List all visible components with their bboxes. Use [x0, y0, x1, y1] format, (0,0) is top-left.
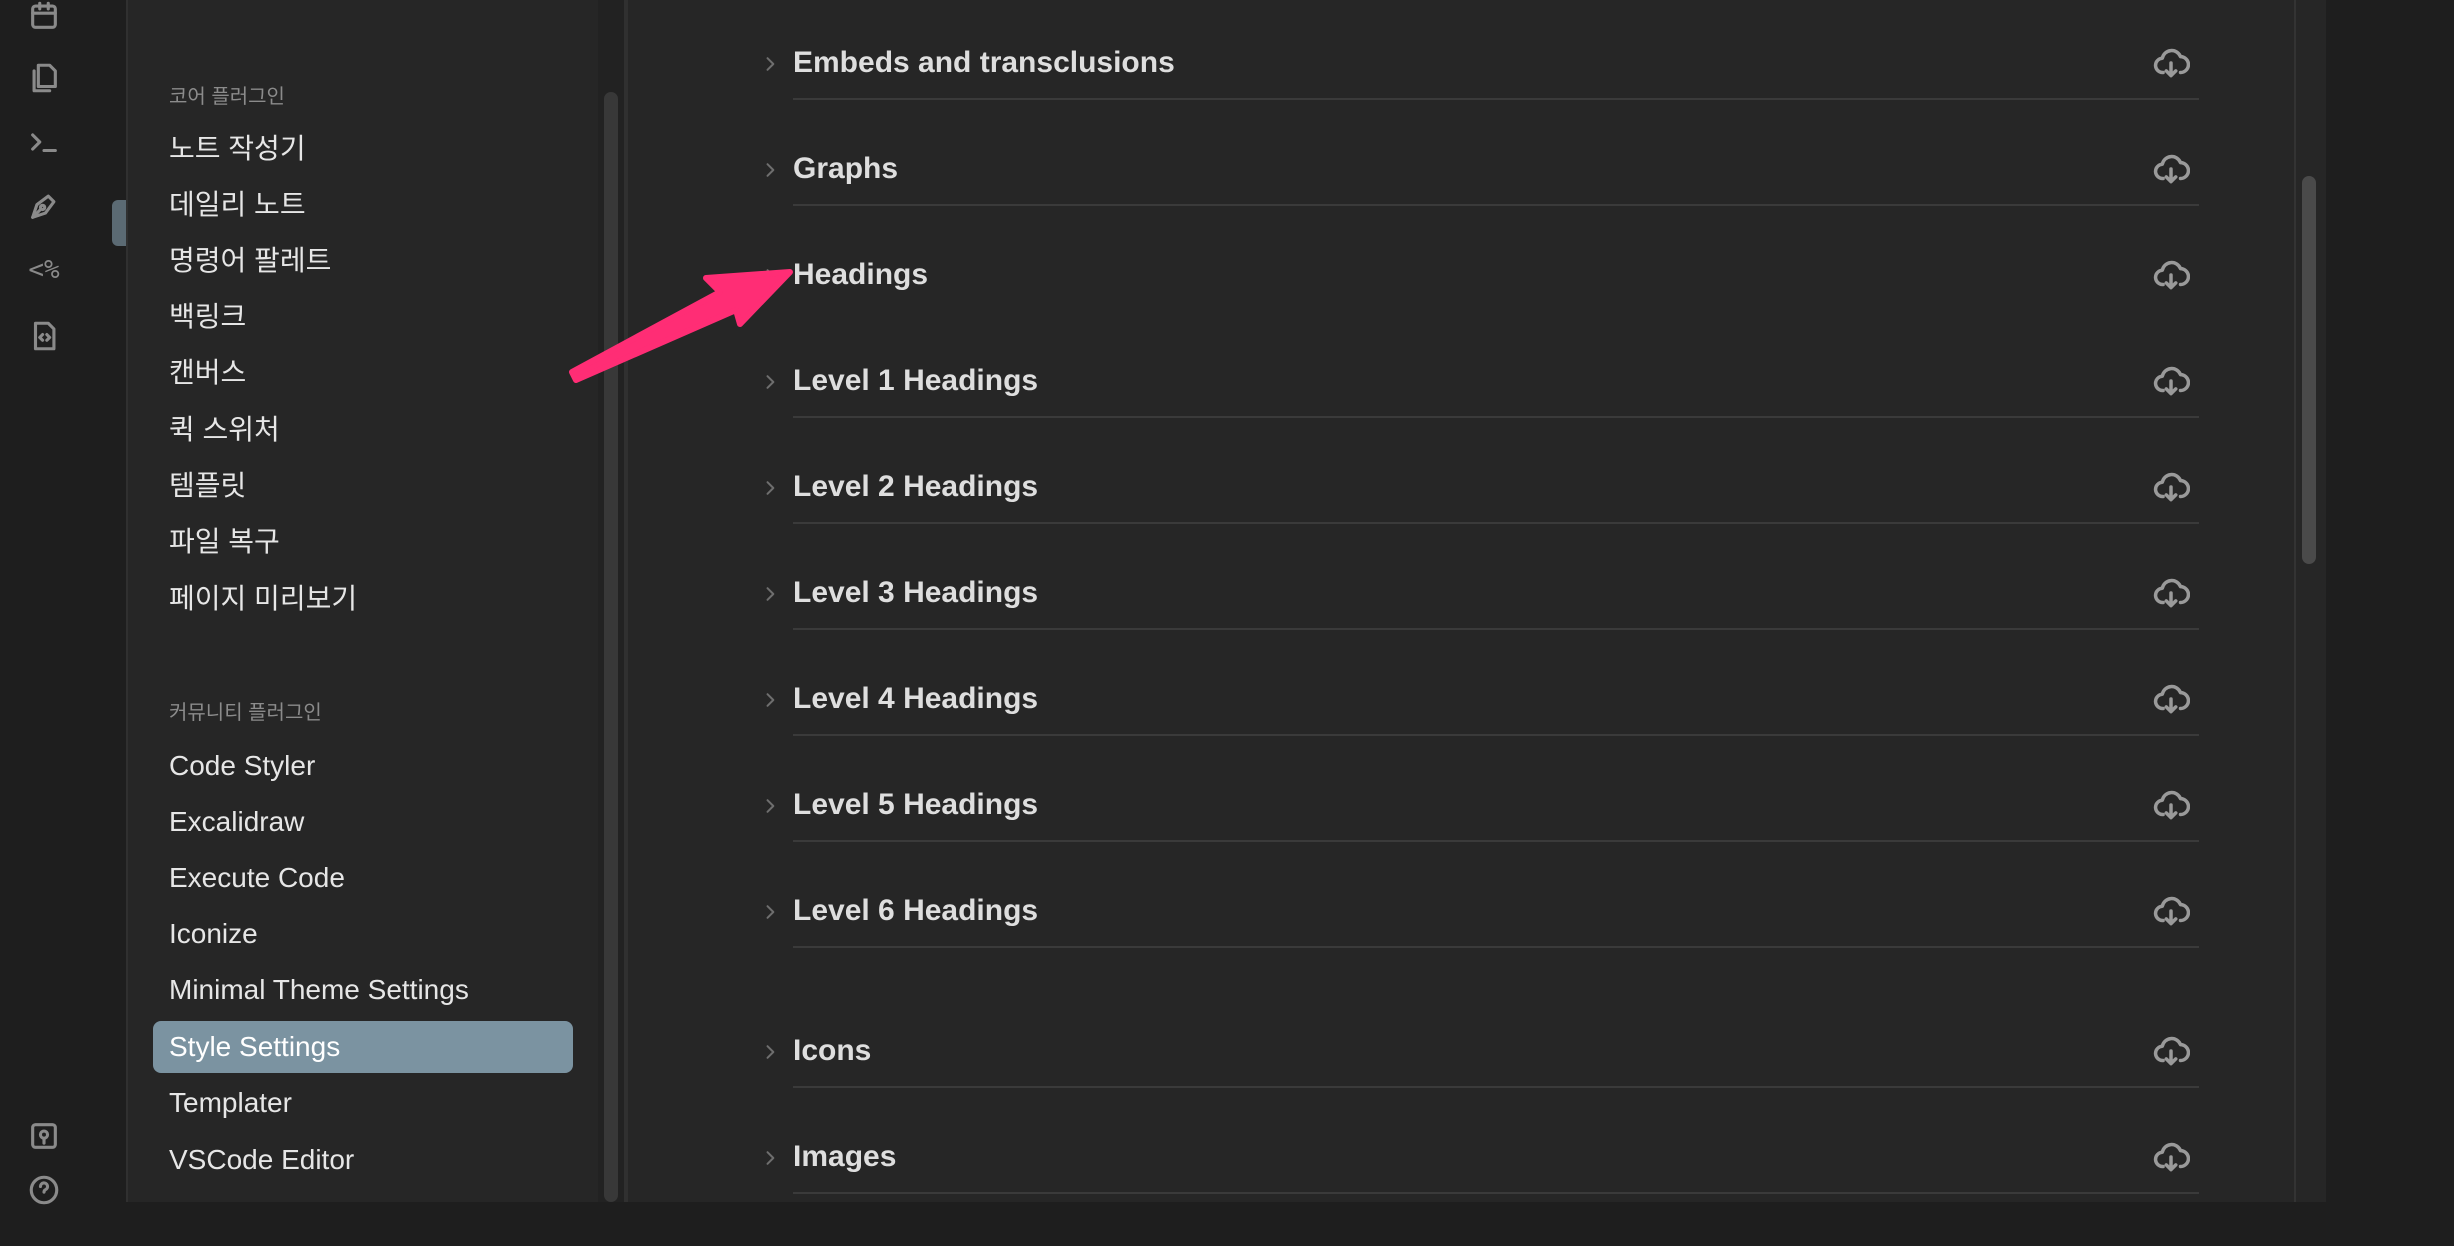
- section-label: Images: [793, 1140, 897, 1173]
- chevron-right-icon: [760, 1148, 780, 1168]
- core-plugins-header: 코어 플러그인: [169, 86, 285, 108]
- sidebar-item-execute-code[interactable]: Execute Code: [153, 852, 573, 904]
- sidebar-item-style-settings[interactable]: Style Settings: [153, 1021, 573, 1073]
- sidebar-item-templater[interactable]: Templater: [153, 1077, 573, 1129]
- section-icons[interactable]: Icons: [760, 1034, 2200, 1140]
- sidebar-item-page-preview[interactable]: 페이지 미리보기: [153, 573, 573, 625]
- divider: [793, 734, 2199, 736]
- right-background: [2326, 0, 2454, 1202]
- chevron-right-icon: [760, 902, 780, 922]
- section-headings[interactable]: Headings: [760, 258, 2200, 364]
- chevron-right-icon: [760, 160, 780, 180]
- sidebar-item-daily-notes[interactable]: 데일리 노트: [153, 179, 573, 231]
- divider: [793, 628, 2199, 630]
- sidebar-item-backlinks[interactable]: 백링크: [153, 291, 573, 343]
- cloud-download-icon[interactable]: [2152, 1032, 2192, 1072]
- divider: [793, 522, 2199, 524]
- chevron-right-icon: [760, 690, 780, 710]
- terminal-icon[interactable]: [24, 122, 64, 162]
- help-icon[interactable]: [24, 1170, 64, 1210]
- section-level-5-headings[interactable]: Level 5 Headings: [760, 788, 2200, 894]
- divider: [793, 1192, 2199, 1194]
- sidebar-item-excalidraw[interactable]: Excalidraw: [153, 796, 573, 848]
- cloud-download-icon[interactable]: [2152, 362, 2192, 402]
- sidebar-item-templates[interactable]: 템플릿: [153, 460, 573, 512]
- sidebar-item-vscode-editor[interactable]: VSCode Editor: [153, 1134, 573, 1186]
- section-embeds[interactable]: Embeds and transclusions: [760, 46, 2200, 152]
- templater-icon[interactable]: <%: [24, 250, 64, 290]
- left-ribbon: <%: [0, 0, 86, 1205]
- section-label: Level 5 Headings: [793, 788, 1039, 821]
- calendar-icon[interactable]: [24, 0, 64, 36]
- divider: [793, 416, 2199, 418]
- cloud-download-icon[interactable]: [2152, 892, 2192, 932]
- section-level-4-headings[interactable]: Level 4 Headings: [760, 682, 2200, 788]
- section-label: Level 6 Headings: [793, 894, 1039, 927]
- content-scrollbar[interactable]: [2302, 176, 2316, 564]
- cloud-download-icon[interactable]: [2152, 786, 2192, 826]
- chevron-right-icon: [760, 796, 780, 816]
- cloud-download-icon[interactable]: [2152, 150, 2192, 190]
- chevron-right-icon: [760, 478, 780, 498]
- section-level-3-headings[interactable]: Level 3 Headings: [760, 576, 2200, 682]
- content-border: [624, 0, 628, 1202]
- cloud-download-icon[interactable]: [2152, 574, 2192, 614]
- divider: [793, 840, 2199, 842]
- section-label: Icons: [793, 1034, 872, 1067]
- section-label: Level 3 Headings: [793, 576, 1039, 609]
- community-plugins-header: 커뮤니티 플러그인: [169, 702, 322, 724]
- section-level-1-headings[interactable]: Level 1 Headings: [760, 364, 2200, 470]
- sidebar-item-note-composer[interactable]: 노트 작성기: [153, 123, 573, 175]
- section-label: Embeds and transclusions: [793, 46, 1175, 79]
- chevron-right-icon: [760, 266, 780, 286]
- templater-glyph: <%: [28, 255, 60, 285]
- section-images[interactable]: Images: [760, 1140, 2200, 1246]
- map-pin-icon[interactable]: [24, 1116, 64, 1156]
- sidebar-item-quick-switcher[interactable]: 퀵 스위처: [153, 404, 573, 456]
- sidebar-item-minimal-theme-settings[interactable]: Minimal Theme Settings: [153, 964, 573, 1016]
- ribbon-active-indicator: [112, 200, 126, 246]
- divider: [793, 946, 2199, 948]
- sidebar-item-code-styler[interactable]: Code Styler: [153, 740, 573, 792]
- divider: [793, 98, 2199, 100]
- sidebar-item-file-recovery[interactable]: 파일 복구: [153, 516, 573, 568]
- chevron-right-icon: [760, 54, 780, 74]
- sidebar-item-iconize[interactable]: Iconize: [153, 908, 573, 960]
- files-icon[interactable]: [24, 58, 64, 98]
- section-label: Headings: [793, 258, 929, 291]
- file-code-icon[interactable]: [24, 316, 64, 356]
- section-level-2-headings[interactable]: Level 2 Headings: [760, 470, 2200, 576]
- cloud-download-icon[interactable]: [2152, 680, 2192, 720]
- divider: [793, 204, 2199, 206]
- pen-tool-icon[interactable]: [24, 186, 64, 226]
- section-graphs[interactable]: Graphs: [760, 152, 2200, 258]
- sidebar-scrollbar[interactable]: [604, 92, 618, 1202]
- section-label: Level 1 Headings: [793, 364, 1039, 397]
- section-label: Graphs: [793, 152, 899, 185]
- section-label: Level 4 Headings: [793, 682, 1039, 715]
- section-level-6-headings[interactable]: Level 6 Headings: [760, 894, 2200, 1000]
- cloud-download-icon[interactable]: [2152, 468, 2192, 508]
- section-label: Level 2 Headings: [793, 470, 1039, 503]
- cloud-download-icon[interactable]: [2152, 44, 2192, 84]
- sidebar-item-command-palette[interactable]: 명령어 팔레트: [153, 235, 573, 287]
- cloud-download-icon[interactable]: [2152, 1138, 2192, 1178]
- sidebar-item-canvas[interactable]: 캔버스: [153, 347, 573, 399]
- chevron-right-icon: [760, 1042, 780, 1062]
- chevron-right-icon: [760, 584, 780, 604]
- divider: [793, 1086, 2199, 1088]
- chevron-right-icon: [760, 372, 780, 392]
- cloud-download-icon[interactable]: [2152, 256, 2192, 296]
